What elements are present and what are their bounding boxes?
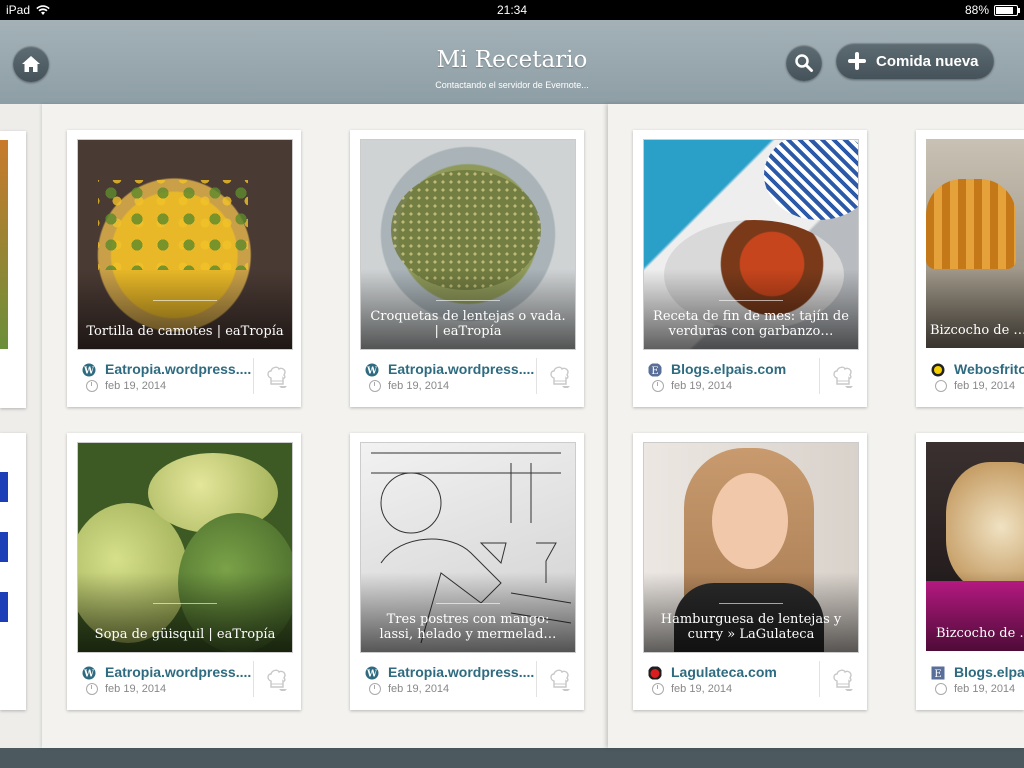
new-meal-label: Comida nueva — [876, 52, 979, 70]
recipe-source[interactable]: Webosfritos… — [954, 361, 1024, 377]
recipe-card[interactable]: Croquetas de lentejas o vada. | eaTropía… — [350, 130, 584, 407]
recipe-photo: Bizcocho de … fr… — [926, 139, 1024, 348]
clock-icon — [369, 683, 381, 695]
clock-icon — [652, 380, 664, 392]
app-header: Mi Recetario Contactando el servidor de … — [0, 20, 1024, 104]
chef-hat-icon[interactable] — [549, 668, 571, 692]
recipe-photo: Hamburguesa de lentejas y curry » LaGula… — [643, 442, 859, 653]
wordpress-icon: W — [82, 363, 96, 377]
recipe-source[interactable]: Eatropia.wordpress.... — [105, 664, 253, 680]
partial-photo — [0, 140, 8, 349]
previous-page[interactable] — [0, 104, 42, 748]
lagulateca-icon — [648, 666, 662, 680]
recipe-photo: Tortilla de camotes | eaTropía — [77, 139, 293, 350]
wordpress-icon: W — [82, 666, 96, 680]
recipe-title: Hamburguesa de lentejas y curry » LaGula… — [660, 612, 842, 642]
recipe-date: feb 19, 2014 — [388, 380, 450, 392]
recipe-card[interactable]: Bizcocho de … anacardos >… E Blogs.elpa…… — [916, 433, 1024, 710]
svg-text:E: E — [651, 366, 658, 377]
sync-status: Contactando el servidor de Evernote... — [435, 80, 589, 90]
recipe-photo: Sopa de güisquil | eaTropía — [77, 442, 293, 653]
recipe-source[interactable]: Blogs.elpa… — [954, 664, 1024, 680]
recipe-source[interactable]: Eatropia.wordpress.... — [105, 361, 253, 377]
svg-text:W: W — [83, 367, 95, 377]
recipe-date: feb 19, 2014 — [671, 380, 733, 392]
recipe-photo: Croquetas de lentejas o vada. | eaTropía — [360, 139, 576, 350]
recipe-source[interactable]: Blogs.elpais.com — [671, 361, 819, 377]
elpais-icon: E — [931, 666, 945, 680]
svg-text:W: W — [366, 670, 378, 680]
clock-icon — [935, 380, 947, 392]
recipe-source[interactable]: Lagulateca.com — [671, 664, 819, 680]
recipe-date: feb 19, 2014 — [954, 683, 1016, 695]
status-bar: iPad 21:34 88% — [0, 0, 1024, 20]
svg-text:W: W — [366, 367, 378, 377]
plus-icon — [848, 52, 866, 70]
partial-card[interactable] — [0, 131, 26, 408]
recipe-date: feb 19, 2014 — [671, 683, 733, 695]
search-button[interactable] — [786, 45, 822, 81]
chef-hat-icon[interactable] — [832, 668, 854, 692]
recipe-title: Sopa de güisquil | eaTropía — [94, 627, 276, 642]
chef-hat-icon[interactable] — [266, 668, 288, 692]
recipe-date: feb 19, 2014 — [105, 683, 167, 695]
clock-time: 21:34 — [496, 3, 528, 17]
clock-icon — [86, 683, 98, 695]
recipe-card[interactable]: Bizcocho de … fr… Webosfritos… feb 19, 2… — [916, 130, 1024, 407]
recipe-title: Tortilla de camotes | eaTropía — [86, 324, 284, 339]
recipe-title: Croquetas de lentejas o vada. | eaTropía — [370, 309, 566, 339]
elpais-icon: E — [648, 363, 662, 377]
recipe-card[interactable]: Receta de fin de mes: tajín de verduras … — [633, 130, 867, 407]
chef-hat-icon[interactable] — [266, 365, 288, 389]
recipe-photo: Receta de fin de mes: tajín de verduras … — [643, 139, 859, 350]
recipe-date: feb 19, 2014 — [388, 683, 450, 695]
chef-hat-icon[interactable] — [549, 365, 571, 389]
svg-text:W: W — [83, 670, 95, 680]
recipe-photo: Tres postres con mango: lassi, helado y … — [360, 442, 576, 653]
svg-text:E: E — [934, 669, 941, 680]
search-icon — [795, 54, 813, 72]
wordpress-icon: W — [365, 666, 379, 680]
recipe-title: Receta de fin de mes: tajín de verduras … — [653, 309, 849, 339]
recipe-date: feb 19, 2014 — [105, 380, 167, 392]
recipe-card[interactable]: Tres postres con mango: lassi, helado y … — [350, 433, 584, 710]
wordpress-icon: W — [365, 363, 379, 377]
battery-icon — [994, 4, 1020, 16]
clock-icon — [652, 683, 664, 695]
partial-card[interactable] — [0, 433, 26, 710]
chef-hat-icon[interactable] — [832, 365, 854, 389]
recipe-title: Bizcocho de … anacardos >… — [936, 626, 1024, 641]
battery-percent: 88% — [964, 3, 989, 17]
new-meal-button[interactable]: Comida nueva — [836, 43, 994, 79]
recipe-card[interactable]: Tortilla de camotes | eaTropía W Eatropi… — [67, 130, 301, 407]
recipe-title: Bizcocho de … fr… — [930, 323, 1024, 338]
recipe-photo: Bizcocho de … anacardos >… — [926, 442, 1024, 651]
recipe-card[interactable]: Hamburguesa de lentejas y curry » LaGula… — [633, 433, 867, 710]
recipe-card[interactable]: Sopa de güisquil | eaTropía W Eatropia.w… — [67, 433, 301, 710]
partial-photo — [0, 442, 8, 651]
recipe-date: feb 19, 2014 — [954, 380, 1016, 392]
recipe-source[interactable]: Eatropia.wordpress.... — [388, 664, 536, 680]
webosfritos-icon — [931, 363, 945, 377]
clock-icon — [369, 380, 381, 392]
recipe-book: Tortilla de camotes | eaTropía W Eatropi… — [0, 104, 1024, 748]
recipe-title: Tres postres con mango: lassi, helado y … — [379, 612, 557, 642]
recipe-source[interactable]: Eatropia.wordpress.... — [388, 361, 536, 377]
clock-icon — [86, 380, 98, 392]
clock-icon — [935, 683, 947, 695]
